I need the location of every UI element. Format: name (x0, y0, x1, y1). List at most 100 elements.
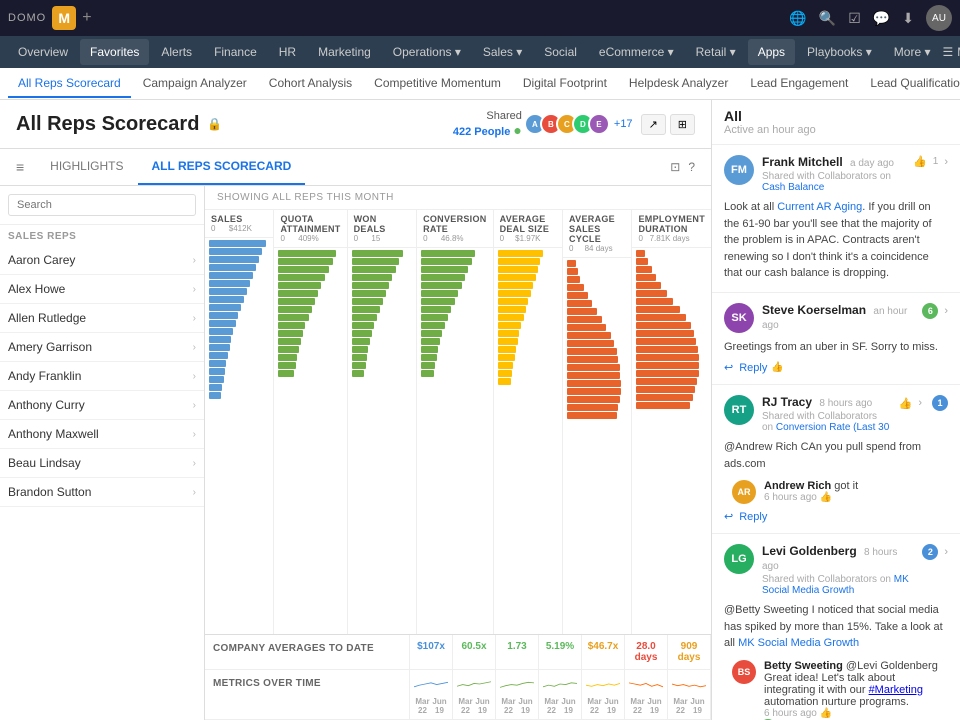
more-icon-rj[interactable]: › (918, 397, 922, 409)
buzz-link-frank[interactable]: Cash Balance (762, 182, 824, 193)
rep-brandon-sutton[interactable]: Brandon Sutton› (0, 478, 204, 507)
buzz-meta-levi: Levi Goldenberg 8 hours ago Shared with … (762, 544, 910, 596)
nav-more[interactable]: More ▾ (884, 39, 941, 65)
bar (209, 304, 241, 311)
tab-icons-right: ⊡ ? (670, 160, 695, 174)
rep-anthony-maxwell[interactable]: Anthony Maxwell› (0, 420, 204, 449)
nav-finance[interactable]: Finance (204, 39, 267, 65)
bar (498, 330, 520, 337)
buzz-shared-frank: Shared with Collaborators on Cash Balanc… (762, 171, 905, 193)
subnav-competitive[interactable]: Competitive Momentum (364, 70, 511, 98)
bar (209, 288, 247, 295)
nav-sales[interactable]: Sales ▾ (473, 39, 532, 65)
bar (209, 360, 226, 367)
nav-playbooks[interactable]: Playbooks ▾ (797, 39, 882, 65)
metric-quota: Mar 22Jun 19 (453, 670, 496, 719)
sales-cycle-col: AVERAGESALES CYCLE 0 84 days (563, 210, 632, 634)
rep-amery-garrison[interactable]: Amery Garrison› (0, 333, 204, 362)
subnav-lead-qual[interactable]: Lead Qualification (860, 70, 960, 98)
hamburger-icon[interactable]: ≡ (16, 159, 24, 175)
buzz-link-levi[interactable]: MK Social Media Growth (762, 574, 909, 596)
subnav-all-reps[interactable]: All Reps Scorecard (8, 70, 131, 98)
shared-info: Shared 422 People ● (453, 110, 522, 138)
like-icon-rj[interactable]: 👍 (899, 397, 913, 410)
buzz-link-rj[interactable]: Conversion Rate (Last 30 (776, 422, 889, 433)
nav-apps[interactable]: Apps (748, 39, 795, 65)
bar (636, 386, 695, 393)
tab-highlights[interactable]: HIGHLIGHTS (36, 149, 137, 185)
subnav-lead-engagement[interactable]: Lead Engagement (740, 70, 858, 98)
like-icon-frank[interactable]: 👍 (913, 155, 927, 168)
reply-button-steve[interactable]: ↩ Reply 👍 (724, 361, 948, 374)
subnav-helpdesk[interactable]: Helpdesk Analyzer (619, 70, 738, 98)
bar (636, 274, 656, 281)
nav-alerts[interactable]: Alerts (151, 39, 202, 65)
bar (567, 324, 606, 331)
ar-aging-link[interactable]: Current AR Aging (777, 201, 862, 213)
rep-anthony-curry[interactable]: Anthony Curry› (0, 391, 204, 420)
tab-all-reps[interactable]: ALL REPS SCORECARD (138, 149, 306, 185)
nav-favorites[interactable]: Favorites (80, 39, 149, 65)
subnav-digital[interactable]: Digital Footprint (513, 70, 617, 98)
buzz-item-1-header: FM Frank Mitchell a day ago Shared with … (724, 155, 948, 193)
options-button[interactable]: ⊞ (670, 114, 695, 135)
bar (278, 354, 297, 361)
rep-aaron-carey[interactable]: Aaron Carey› (0, 246, 204, 275)
nav-operations[interactable]: Operations ▾ (383, 39, 471, 65)
bar (352, 274, 393, 281)
sidebar-toggle-icon[interactable]: ⊡ (670, 160, 680, 174)
reply-label-rj: Reply (739, 511, 767, 523)
social-growth-link[interactable]: MK Social Media Growth (738, 637, 859, 649)
marketing-link[interactable]: #Marketing (869, 684, 923, 696)
more-icon-frank[interactable]: › (944, 156, 948, 168)
domo-logo[interactable]: M (52, 6, 76, 30)
user-avatar[interactable]: AU (926, 5, 952, 31)
nav-retail[interactable]: Retail ▾ (686, 39, 746, 65)
check-icon[interactable]: ☑ (848, 10, 861, 27)
employment-col: EMPLOYMENTDURATION 0 7.81K days (632, 210, 711, 634)
rep-beau-lindsay[interactable]: Beau Lindsay› (0, 449, 204, 478)
bar (209, 248, 262, 255)
bar (209, 312, 238, 319)
more-icon-levi[interactable]: › (944, 546, 948, 558)
add-button[interactable]: + (82, 9, 91, 27)
sub-name-betty: Betty Sweeting (764, 660, 843, 672)
share-button[interactable]: ↗ (641, 114, 666, 135)
reply-button-rj[interactable]: ↩ Reply (724, 510, 948, 523)
rep-andy-franklin[interactable]: Andy Franklin› (0, 362, 204, 391)
nav-social[interactable]: Social (534, 39, 587, 65)
bar (352, 250, 403, 257)
nav-marketing[interactable]: Marketing (308, 39, 381, 65)
bar (209, 240, 266, 247)
chat-icon[interactable]: 💬 (873, 10, 890, 27)
nav-overview[interactable]: Overview (8, 39, 78, 65)
nav-ecommerce[interactable]: eCommerce ▾ (589, 39, 684, 65)
bar (636, 322, 690, 329)
sales-col: SALES 0 $412K (205, 210, 274, 634)
menu-button[interactable]: ☰ Menu (942, 45, 960, 59)
averages-label: COMPANY AVERAGES TO DATE (205, 635, 410, 669)
bar (636, 370, 698, 377)
more-icon-steve[interactable]: › (944, 305, 948, 317)
bar (498, 354, 515, 361)
nav-hr[interactable]: HR (269, 39, 306, 65)
bar (636, 354, 698, 361)
search-icon[interactable]: 🔍 (819, 10, 836, 27)
metrics-values: Mar 22Jun 19 Mar 22Jun 19 Mar 22Jun 19 (410, 670, 711, 719)
chevron-icon: › (193, 255, 196, 266)
help-icon[interactable]: ? (688, 160, 695, 174)
download-icon[interactable]: ⬇ (902, 10, 914, 27)
bar (567, 364, 620, 371)
buzz-actions-rj: 👍 › 1 (899, 395, 948, 411)
subnav-campaign[interactable]: Campaign Analyzer (133, 70, 257, 98)
search-input[interactable] (8, 194, 196, 216)
bar (209, 272, 253, 279)
rep-alex-howe[interactable]: Alex Howe› (0, 275, 204, 304)
subnav-cohort[interactable]: Cohort Analysis (259, 70, 362, 98)
globe-icon[interactable]: 🌐 (789, 10, 806, 27)
bar (421, 258, 472, 265)
reply-arrow-icon: ↩ (724, 361, 733, 374)
buzz-time-frank: a day ago (850, 158, 894, 169)
buzz-item-3: RT RJ Tracy 8 hours ago Shared with Coll… (712, 385, 960, 534)
rep-allen-rutledge[interactable]: Allen Rutledge› (0, 304, 204, 333)
